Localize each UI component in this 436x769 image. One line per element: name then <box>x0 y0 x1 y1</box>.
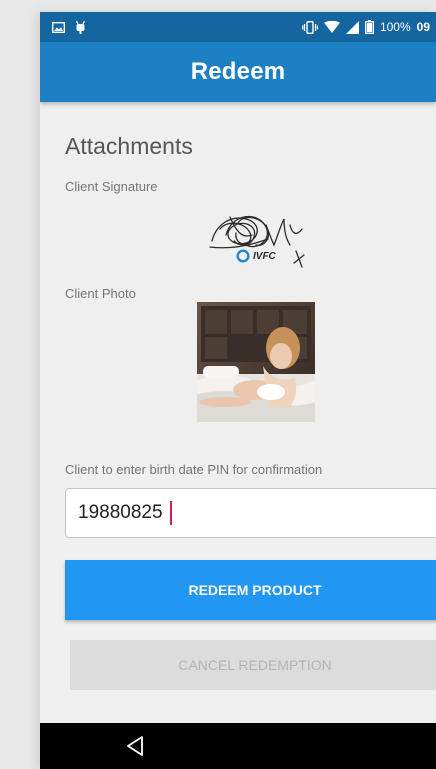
wifi-icon <box>323 21 340 33</box>
client-photo-label: Client Photo <box>65 286 136 301</box>
app-bar: Redeem <box>40 42 436 102</box>
signal-icon <box>345 20 359 34</box>
cancel-redemption-button[interactable]: CANCEL REDEMPTION <box>70 640 436 690</box>
attachments-heading: Attachments <box>65 133 193 159</box>
birth-date-pin-input[interactable] <box>65 488 436 538</box>
vibrate-icon <box>302 20 318 34</box>
battery-percent: 100% <box>379 20 411 34</box>
status-time: 09 <box>416 20 430 34</box>
back-icon[interactable] <box>124 735 146 757</box>
ivfc-logo-icon <box>236 249 250 263</box>
phone-screen: 100% 09 Redeem Attachments Client Signat… <box>40 12 436 769</box>
page-title: Redeem <box>190 58 286 85</box>
status-bar: 100% 09 <box>40 12 436 42</box>
signature-watermark: IVFC <box>253 250 276 262</box>
client-signature-image: IVFC <box>206 205 312 271</box>
navigation-bar <box>40 723 436 769</box>
battery-icon <box>364 20 374 34</box>
android-debug-icon <box>75 20 86 34</box>
redeem-product-button[interactable]: REDEEM PRODUCT <box>65 560 436 620</box>
pin-label: Client to enter birth date PIN for confi… <box>65 462 323 477</box>
client-signature-label: Client Signature <box>65 179 158 194</box>
image-icon <box>52 21 65 33</box>
client-photo <box>197 302 315 422</box>
text-cursor <box>170 501 172 525</box>
